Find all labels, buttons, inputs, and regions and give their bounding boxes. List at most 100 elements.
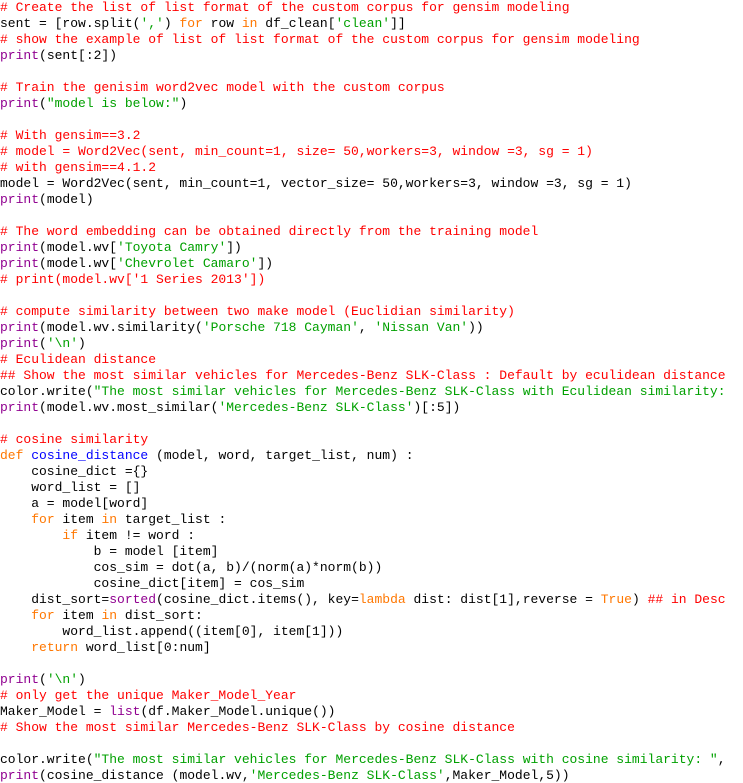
code-token-comment: # cosine similarity [0, 432, 149, 447]
code-token-comment: # print(model.wv['1 Series 2013']) [0, 272, 266, 287]
code-token-string: '\n' [46, 672, 79, 687]
code-line: print(model.wv.most_similar('Mercedes-Be… [0, 400, 743, 416]
code-line: if item != word : [0, 528, 743, 544]
code-line: # cosine similarity [0, 432, 743, 448]
code-line: # Eculidean distance [0, 352, 743, 368]
code-token-builtin: print [0, 768, 40, 783]
code-token-string: "model is below:" [46, 96, 180, 111]
code-token-keyword: in [241, 16, 258, 31]
code-token-plain: b = model [item] [0, 544, 219, 559]
code-line: print("model is below:") [0, 96, 743, 112]
code-line: print(model.wv['Toyota Camry']) [0, 240, 743, 256]
code-token-string: 'Toyota Camry' [117, 240, 227, 255]
code-token-keyword: for [31, 608, 55, 623]
code-token-string: 'Mercedes-Benz SLK-Class' [249, 768, 445, 783]
code-token-keyword: if [62, 528, 79, 543]
code-token-string: '\n' [46, 336, 79, 351]
code-token-comment: # The word embedding can be obtained dir… [0, 224, 539, 239]
code-token-plain: ]] [390, 16, 406, 31]
code-token-comment: # only get the unique Maker_Model_Year [0, 688, 297, 703]
code-token-comment: # Train the genisim word2vec model with … [0, 80, 445, 95]
code-token-plain: , [717, 752, 726, 767]
code-line: word_list.append((item[0], item[1])) [0, 624, 743, 640]
code-token-plain: item != word : [78, 528, 196, 543]
code-token-plain: sent = [row.split( [0, 16, 141, 31]
code-token-plain: , [358, 320, 375, 335]
code-line: ## Show the most similar vehicles for Me… [0, 368, 743, 384]
code-token-plain: (df.Maker_Model.unique()) [140, 704, 336, 719]
code-token-comment: # show the example of list of list forma… [0, 32, 640, 47]
code-token-builtin: print [0, 96, 40, 111]
code-line: # Create the list of list format of the … [0, 0, 743, 16]
code-token-string: "The most similar vehicles for Mercedes-… [93, 752, 718, 767]
code-line: print(model.wv.similarity('Porsche 718 C… [0, 320, 743, 336]
code-token-builtin: sorted [109, 592, 157, 607]
code-token-plain: )) [468, 320, 484, 335]
code-line: word_list = [] [0, 480, 743, 496]
code-line: # print(model.wv['1 Series 2013']) [0, 272, 743, 288]
code-line: for item in target_list : [0, 512, 743, 528]
code-editor[interactable]: # Create the list of list format of the … [0, 0, 743, 783]
code-line: sent = [row.split(',') for row in df_cle… [0, 16, 743, 32]
code-token-keyword: for [31, 512, 55, 527]
code-token-plain: ]) [226, 240, 242, 255]
code-token-plain: ( [39, 336, 47, 351]
code-token-defname: cosine_distance [31, 448, 149, 463]
code-token-string: 'Chevrolet Camaro' [117, 256, 258, 271]
code-token-plain: (model.wv[ [39, 240, 118, 255]
code-token-plain: )[:5]) [413, 400, 461, 415]
code-token-keyword: lambda [358, 592, 406, 607]
code-token-comment: # Show the most similar Mercedes-Benz SL… [0, 720, 515, 735]
code-token-string: 'Nissan Van' [374, 320, 469, 335]
code-token-string: "The most similar vehicles for Mercedes-… [93, 384, 726, 399]
code-line: # show the example of list of list forma… [0, 32, 743, 48]
code-token-plain: (model.wv.most_similar( [39, 400, 219, 415]
code-token-plain: dist_sort: [117, 608, 203, 623]
code-token-plain: word_list[0:num] [78, 640, 211, 655]
code-line: # The word embedding can be obtained dir… [0, 224, 743, 240]
code-token-plain: color.write( [0, 752, 94, 767]
code-token-plain: color.write( [0, 384, 94, 399]
code-token-plain: row [202, 16, 242, 31]
code-token-builtin: list [109, 704, 141, 719]
code-token-comment: # Eculidean distance [0, 352, 157, 367]
code-token-builtin: print [0, 672, 40, 687]
code-line: color.write("The most similar vehicles f… [0, 752, 743, 768]
code-token-keyword: True [600, 592, 632, 607]
code-line: cos_sim = dot(a, b)/(norm(a)*norm(b)) [0, 560, 743, 576]
code-token-comment: # model = Word2Vec(sent, min_count=1, si… [0, 144, 593, 159]
code-token-plain: (model.wv[ [39, 256, 118, 271]
code-token-string: 'Mercedes-Benz SLK-Class' [218, 400, 414, 415]
code-line: print('\n') [0, 672, 743, 688]
code-token-builtin: print [0, 336, 40, 351]
code-token-plain: dist_sort= [0, 592, 110, 607]
code-token-plain: (cosine_distance (model.wv, [39, 768, 250, 783]
code-token-string: 'clean' [335, 16, 391, 31]
code-token-plain: (sent[:2]) [39, 48, 118, 63]
code-token-plain: model = Word2Vec(sent, min_count=1, vect… [0, 176, 632, 191]
code-token-comment: ## in Desc [647, 592, 726, 607]
code-token-comment: # with gensim==4.1.2 [0, 160, 157, 175]
code-line: a = model[word] [0, 496, 743, 512]
code-token-plain: ) [631, 592, 648, 607]
code-token-plain: cosine_dict[item] = cos_sim [0, 576, 305, 591]
code-token-keyword: for [179, 16, 203, 31]
code-token-builtin: print [0, 256, 40, 271]
code-token-plain: word_list = [] [0, 480, 141, 495]
code-token-plain: cosine_dict ={} [0, 464, 149, 479]
code-token-plain: ) [78, 672, 86, 687]
code-token-comment: # compute similarity between two make mo… [0, 304, 515, 319]
code-token-plain: ( [39, 96, 47, 111]
code-line: # Train the genisim word2vec model with … [0, 80, 743, 96]
code-line: print('\n') [0, 336, 743, 352]
code-line: # only get the unique Maker_Model_Year [0, 688, 743, 704]
code-line: cosine_dict[item] = cos_sim [0, 576, 743, 592]
